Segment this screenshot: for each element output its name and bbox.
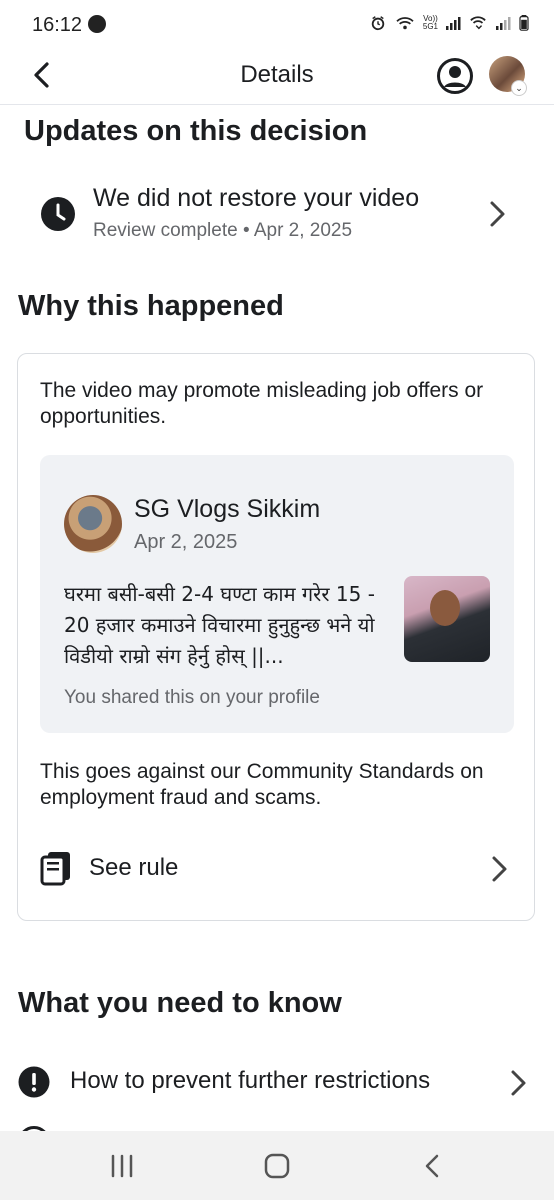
status-time: 16:12 — [32, 14, 83, 36]
alarm-icon — [371, 16, 385, 31]
reason-text: The video may promote misleading job off… — [40, 379, 484, 428]
update-status-title[interactable]: We did not restore your video — [93, 184, 419, 213]
system-nav-bar — [0, 1131, 554, 1200]
rules-book-icon — [40, 852, 70, 886]
app-header: Details ⌄ — [0, 50, 554, 105]
status-bar: 16:12 Vo)) 5G1 — [0, 0, 554, 50]
clock-icon — [41, 197, 75, 231]
post-video-thumbnail — [404, 576, 490, 662]
post-preview[interactable]: SG Vlogs Sikkim Apr 2, 2025 घरमा बसी-बसी… — [40, 455, 514, 733]
home-icon[interactable] — [262, 1151, 292, 1181]
back-icon[interactable] — [418, 1151, 448, 1181]
post-text: घरमा बसी-बसी 2-4 घण्टा काम गरेर 15 - 20 … — [64, 582, 375, 668]
post-author-avatar — [64, 495, 122, 553]
volte-5g-icon: Vo)) 5G1 — [423, 15, 438, 31]
status-indicators: Vo)) 5G1 — [369, 15, 530, 31]
prevent-restrictions-link[interactable]: How to prevent further restrictions — [70, 1067, 430, 1095]
see-rule-link[interactable]: See rule — [89, 854, 178, 882]
community-standards-text: This goes against our Community Standard… — [40, 760, 484, 809]
network-label-bottom: 5G1 — [422, 22, 438, 31]
chevron-down-icon[interactable]: ⌄ — [512, 81, 526, 95]
alert-circle-icon — [18, 1066, 50, 1098]
call-wifi-icon — [470, 16, 486, 30]
recent-apps-icon[interactable] — [107, 1151, 137, 1181]
chevron-right-icon[interactable] — [508, 1068, 530, 1098]
signal-icon — [446, 17, 461, 30]
decision-details-card: The video may promote misleading job off… — [17, 353, 535, 921]
messenger-notification-icon — [88, 15, 106, 33]
update-status-subtitle: Review complete • Apr 2, 2025 — [93, 220, 353, 241]
post-date: Apr 2, 2025 — [134, 531, 238, 553]
post-author-name: SG Vlogs Sikkim — [134, 495, 321, 523]
battery-icon — [519, 15, 529, 31]
updates-heading: Updates on this decision — [24, 115, 368, 147]
account-circle-icon[interactable] — [436, 57, 474, 95]
signal-icon — [496, 17, 511, 30]
chevron-right-icon[interactable] — [489, 854, 511, 884]
chevron-right-icon[interactable] — [487, 199, 509, 229]
need-heading: What you need to know — [18, 987, 342, 1019]
wifi-icon — [396, 17, 414, 30]
why-heading: Why this happened — [18, 290, 284, 322]
post-shared-note: You shared this on your profile — [64, 687, 320, 708]
